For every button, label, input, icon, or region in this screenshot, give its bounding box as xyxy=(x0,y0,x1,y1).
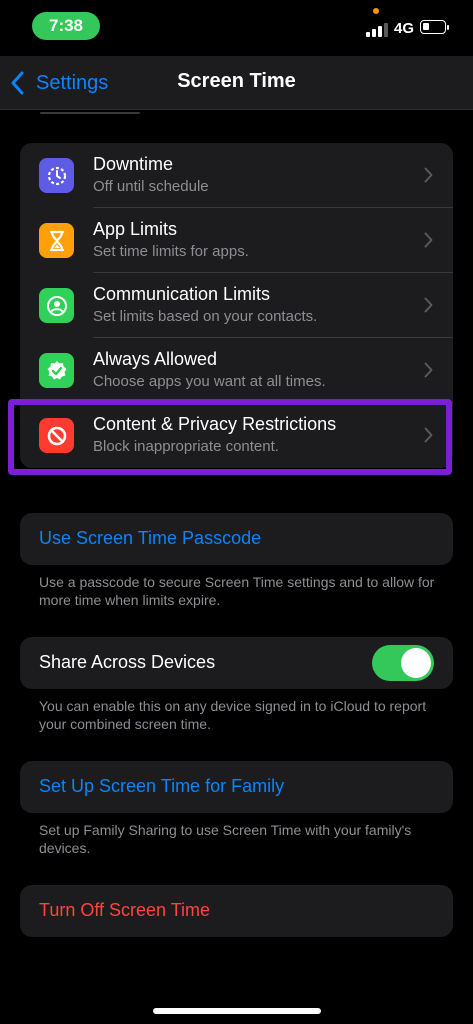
row-communication-limits[interactable]: Communication Limits Set limits based on… xyxy=(20,273,453,338)
hourglass-icon xyxy=(39,223,74,258)
row-always-allowed[interactable]: Always Allowed Choose apps you want at a… xyxy=(20,338,453,403)
use-passcode-button[interactable]: Use Screen Time Passcode xyxy=(20,513,453,565)
passcode-footnote: Use a passcode to secure Screen Time set… xyxy=(39,574,435,608)
chevron-right-icon xyxy=(424,427,433,443)
network-type: 4G xyxy=(394,20,415,37)
contact-icon xyxy=(39,288,74,323)
page-title: Screen Time xyxy=(177,70,296,92)
row-subtitle: Set limits based on your contacts. xyxy=(93,308,318,325)
share-across-devices-label: Share Across Devices xyxy=(39,652,216,672)
home-indicator[interactable] xyxy=(153,1008,321,1014)
restricted-icon xyxy=(39,418,74,453)
turn-off-label: Turn Off Screen Time xyxy=(39,900,211,920)
battery-icon xyxy=(420,20,449,34)
row-title: Always Allowed xyxy=(93,349,218,369)
row-subtitle: Set time limits for apps. xyxy=(93,243,249,260)
row-title: Downtime xyxy=(93,154,174,174)
chevron-right-icon xyxy=(424,232,433,248)
row-title: App Limits xyxy=(93,219,178,239)
share-across-devices-row: Share Across Devices xyxy=(20,637,453,689)
downtime-icon xyxy=(39,158,74,193)
cellular-signal-icon xyxy=(366,21,388,37)
navigation-bar: Settings Screen Time xyxy=(0,56,473,110)
limits-group: Downtime Off until schedule App Limits S… xyxy=(20,143,453,468)
use-passcode-label: Use Screen Time Passcode xyxy=(39,528,262,548)
chevron-right-icon xyxy=(424,362,433,378)
row-title: Content & Privacy Restrictions xyxy=(93,414,337,434)
checkmark-badge-icon xyxy=(39,353,74,388)
row-content-privacy-restrictions[interactable]: Content & Privacy Restrictions Block ina… xyxy=(20,403,453,468)
row-subtitle: Block inappropriate content. xyxy=(93,438,279,455)
status-time[interactable]: 7:38 xyxy=(32,12,100,40)
chevron-right-icon xyxy=(424,297,433,313)
chevron-right-icon xyxy=(424,167,433,183)
setup-family-button[interactable]: Set Up Screen Time for Family xyxy=(20,761,453,813)
share-across-devices-toggle[interactable] xyxy=(372,645,434,681)
row-subtitle: Off until schedule xyxy=(93,178,209,195)
row-app-limits[interactable]: App Limits Set time limits for apps. xyxy=(20,208,453,273)
scrolled-text-remnant xyxy=(40,110,160,118)
settings-scroll-area[interactable]: Downtime Off until schedule App Limits S… xyxy=(0,110,473,1024)
row-title: Communication Limits xyxy=(93,284,271,304)
toggle-knob xyxy=(401,648,431,678)
row-subtitle: Choose apps you want at all times. xyxy=(93,373,326,390)
privacy-indicator-dot xyxy=(373,8,379,14)
status-bar: 7:38 4G xyxy=(0,0,473,56)
row-downtime[interactable]: Downtime Off until schedule xyxy=(20,143,453,208)
family-footnote: Set up Family Sharing to use Screen Time… xyxy=(39,822,412,856)
share-footnote: You can enable this on any device signed… xyxy=(39,698,427,732)
turn-off-screen-time-button[interactable]: Turn Off Screen Time xyxy=(20,885,453,937)
setup-family-label: Set Up Screen Time for Family xyxy=(39,776,285,796)
